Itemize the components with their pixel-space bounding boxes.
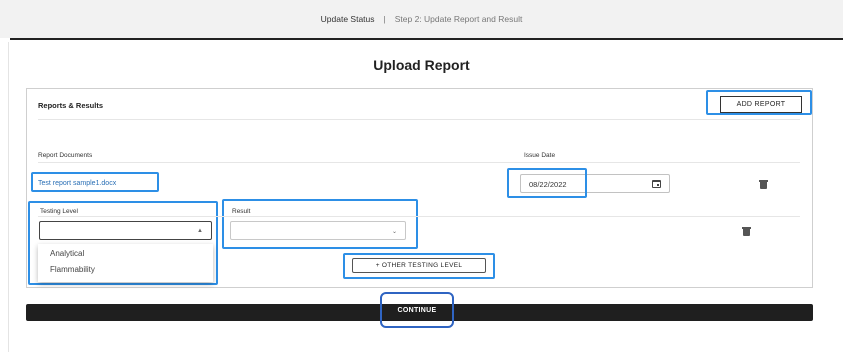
menu-item-analytical[interactable]: Analytical — [50, 249, 84, 258]
breadcrumb-step-report-result: Step 2: Update Report and Result — [394, 14, 523, 24]
testing-level-menu: Analytical Flammability — [38, 244, 213, 282]
menu-item-flammability[interactable]: Flammability — [50, 265, 95, 274]
trash-can — [743, 229, 750, 236]
trash-can — [760, 182, 767, 189]
continue-label[interactable]: CONTINUE — [380, 292, 454, 328]
report-documents-label: Report Documents — [38, 152, 93, 159]
breadcrumb-separator: | — [383, 14, 386, 24]
left-border — [8, 42, 9, 352]
page-title: Upload Report — [373, 57, 470, 73]
testing-level-label: Testing Level — [40, 208, 78, 215]
result-label: Result — [232, 208, 251, 215]
breadcrumb-bar: Update Status | Step 2: Update Report an… — [0, 0, 843, 38]
report-file-link[interactable]: Test report sample1.docx — [38, 180, 116, 187]
testing-row-divider — [38, 216, 800, 217]
calendar-icon[interactable] — [652, 180, 661, 188]
result-select[interactable]: ⌄ — [230, 221, 406, 240]
header-row-divider — [38, 162, 800, 163]
header-divider — [10, 38, 843, 40]
trash-icon[interactable] — [742, 227, 751, 236]
chevron-up-icon[interactable]: ▲ — [197, 228, 203, 234]
issue-date-label: Issue Date — [524, 152, 556, 159]
chevron-down-icon[interactable]: ⌄ — [392, 228, 397, 235]
issue-date-highlight — [507, 168, 587, 198]
other-testing-level-button[interactable]: + OTHER TESTING LEVEL — [352, 258, 486, 273]
trash-icon[interactable] — [759, 180, 768, 189]
add-report-button[interactable]: ADD REPORT — [720, 96, 802, 113]
section-title: Reports & Results — [38, 101, 104, 110]
section-divider — [38, 119, 800, 120]
breadcrumb-step-update-status[interactable]: Update Status — [321, 14, 375, 24]
testing-level-select[interactable]: ▲ — [39, 221, 212, 240]
